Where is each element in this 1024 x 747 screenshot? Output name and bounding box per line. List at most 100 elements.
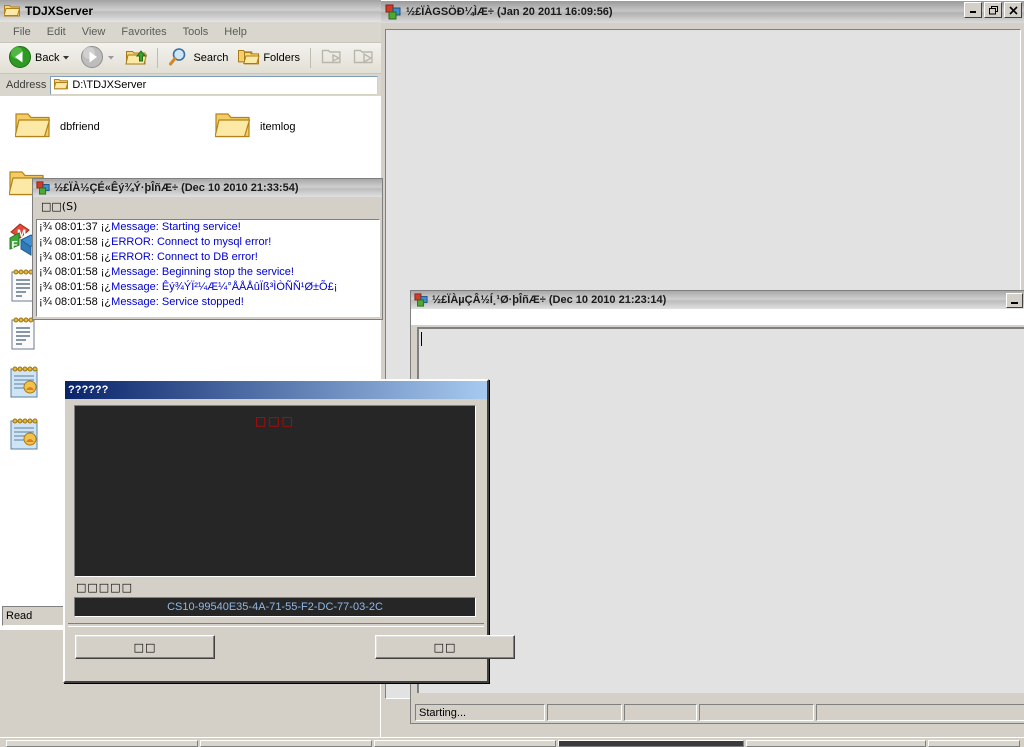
- mdi-titlebar: ½£ÏÀGSÖÐ¼ÌÆ÷ (Jan 20 2011 16:09:56): [381, 1, 1024, 23]
- folder-icon: [53, 78, 69, 93]
- explorer-title-text: TDJXServer: [25, 4, 94, 18]
- dialog-titlebar: ??????: [65, 381, 487, 399]
- taskbar: [0, 737, 1024, 747]
- minimize-button[interactable]: [964, 2, 982, 18]
- log-line: ¡¾ 08:01:58 ¡¿Message: Beginning stop th…: [37, 265, 379, 280]
- login-gateway-toolstrip: [411, 309, 1024, 325]
- menu-view[interactable]: View: [75, 24, 113, 40]
- search-label: Search: [193, 52, 229, 64]
- search-button[interactable]: Search: [164, 45, 232, 72]
- status-pane-3: [699, 704, 814, 721]
- log-timestamp: ¡¾ 08:01:58 ¡¿: [39, 296, 112, 308]
- list-item-label: itemlog: [260, 120, 296, 133]
- close-button[interactable]: [1004, 2, 1022, 18]
- taskbar-button[interactable]: [746, 740, 926, 747]
- log-window-title-text: ½£ÏÀ½ÇÉ«Êý¾Ý·þÎñÆ÷ (Dec 10 2010 21:33:54…: [54, 182, 299, 194]
- log-menu-item[interactable]: □□(S): [41, 200, 77, 213]
- log-message: Message: Service stopped!: [111, 296, 244, 308]
- copy-to-button: [349, 45, 379, 72]
- serial-input[interactable]: CS10-99540E35-4A-71-55-F2-DC-77-03-2C: [74, 597, 476, 617]
- list-item-label: dbfriend: [60, 120, 100, 133]
- log-window: ½£ÏÀ½ÇÉ«Êý¾Ý·þÎñÆ÷ (Dec 10 2010 21:33:54…: [32, 178, 383, 320]
- dialog-cancel-button[interactable]: □□: [375, 635, 515, 659]
- svg-text:F: F: [12, 240, 18, 251]
- login-gateway-status-bar: Starting...: [415, 704, 1024, 721]
- explorer-titlebar: TDJXServer: [0, 0, 381, 22]
- log-line: ¡¾ 08:01:58 ¡¿Message: Service stopped!: [37, 295, 379, 310]
- taskbar-button[interactable]: [928, 740, 1020, 747]
- taskbar-button[interactable]: [374, 740, 556, 747]
- menu-help[interactable]: Help: [217, 24, 254, 40]
- notepad-file-icon[interactable]: [9, 364, 41, 403]
- server-app-icon: [36, 181, 50, 195]
- explorer-status-bar: Read: [2, 606, 67, 626]
- move-to-folder-icon: [321, 47, 343, 70]
- chevron-down-icon[interactable]: [62, 52, 70, 64]
- log-line: ¡¾ 08:01:58 ¡¿ERROR: Connect to mysql er…: [37, 235, 379, 250]
- chevron-down-icon: [107, 52, 115, 64]
- log-line: ¡¾ 08:01:58 ¡¿ERROR: Connect to DB error…: [37, 250, 379, 265]
- notepad-file-icon[interactable]: [9, 416, 41, 455]
- log-message: Message: Beginning stop the service!: [111, 266, 294, 278]
- address-label: Address: [6, 79, 47, 91]
- serial-value: CS10-99540E35-4A-71-55-F2-DC-77-03-2C: [167, 601, 383, 613]
- copy-to-folder-icon: [353, 47, 375, 70]
- log-list[interactable]: ¡¾ 08:01:37 ¡¿Message: Starting service!…: [36, 219, 380, 317]
- folders-button[interactable]: Folders: [234, 45, 304, 72]
- status-pane-1: [547, 704, 622, 721]
- forward-arrow-icon: [80, 45, 104, 72]
- folder-icon: [214, 110, 251, 143]
- log-message: Message: Êý¾ÝÏ²¼Æ¼°ÅÅÅûÏß³ÌÒÑÑ¹Ø±Õ£¡: [111, 281, 338, 293]
- up-button[interactable]: [121, 45, 151, 72]
- search-icon: [168, 47, 190, 70]
- explorer-toolbar: Back Search Folders: [0, 43, 381, 74]
- log-timestamp: ¡¾ 08:01:58 ¡¿: [39, 281, 112, 293]
- text-file-icon[interactable]: [9, 316, 39, 355]
- log-line: ¡¾ 08:01:58 ¡¿Message: Êý¾ÝÏ²¼Æ¼°ÅÅÅûÏß³…: [37, 280, 379, 295]
- folders-label: Folders: [263, 52, 301, 64]
- mdi-title-text: ½£ÏÀGSÖÐ¼ÌÆ÷ (Jan 20 2011 16:09:56): [406, 6, 613, 18]
- menu-tools[interactable]: Tools: [176, 24, 216, 40]
- status-pane-state: Starting...: [415, 704, 545, 721]
- folders-icon: [238, 47, 260, 70]
- login-gateway-title-text: ½£ÏÀµÇÂ½Í¸¹Ø·þÎñÆ÷ (Dec 10 2010 21:23:14…: [432, 294, 667, 306]
- minimize-button[interactable]: [1006, 293, 1023, 308]
- explorer-menubar: File Edit View Favorites Tools Help: [0, 22, 381, 43]
- back-button[interactable]: Back: [4, 43, 74, 74]
- taskbar-button[interactable]: [200, 740, 372, 747]
- log-message: ERROR: Connect to mysql error!: [111, 236, 272, 248]
- restore-button[interactable]: [984, 2, 1002, 18]
- taskbar-button[interactable]: [6, 740, 198, 747]
- window-caption-buttons: [964, 2, 1022, 18]
- serial-field-label: □□□□□: [76, 581, 133, 594]
- menu-file[interactable]: File: [6, 24, 38, 40]
- address-input[interactable]: D:\TDJXServer: [50, 75, 378, 95]
- status-pane-2: [624, 704, 697, 721]
- log-window-titlebar: ½£ÏÀ½ÇÉ«Êý¾Ý·þÎñÆ÷ (Dec 10 2010 21:33:54…: [33, 179, 382, 197]
- log-message: ERROR: Connect to DB error!: [111, 251, 258, 263]
- menu-edit[interactable]: Edit: [40, 24, 73, 40]
- back-label: Back: [35, 52, 60, 64]
- list-item[interactable]: itemlog: [214, 110, 296, 143]
- toolbar-separator: [310, 48, 312, 68]
- log-line: ¡¾ 08:01:37 ¡¿Message: Starting service!: [37, 220, 379, 235]
- dialog-ok-button[interactable]: □□: [75, 635, 215, 659]
- taskbar-button[interactable]: [558, 740, 744, 747]
- menu-favorites[interactable]: Favorites: [114, 24, 173, 40]
- log-timestamp: ¡¾ 08:01:58 ¡¿: [39, 236, 112, 248]
- dialog-alert-text: □□□: [254, 414, 295, 428]
- server-app-icon: [385, 4, 401, 20]
- log-timestamp: ¡¾ 08:01:58 ¡¿: [39, 266, 112, 278]
- address-bar: Address D:\TDJXServer: [0, 74, 381, 97]
- status-pane-4: [816, 704, 1024, 721]
- log-window-menubar: □□(S): [33, 197, 382, 215]
- move-to-button: [317, 45, 347, 72]
- log-message: Message: Starting service!: [111, 221, 241, 233]
- text-caret: [421, 332, 422, 346]
- dialog-divider: [68, 623, 484, 627]
- address-value: D:\TDJXServer: [72, 79, 147, 91]
- list-item[interactable]: dbfriend: [14, 110, 100, 143]
- back-arrow-icon: [8, 45, 32, 72]
- forward-button: [76, 43, 119, 74]
- log-timestamp: ¡¾ 08:01:37 ¡¿: [39, 221, 112, 233]
